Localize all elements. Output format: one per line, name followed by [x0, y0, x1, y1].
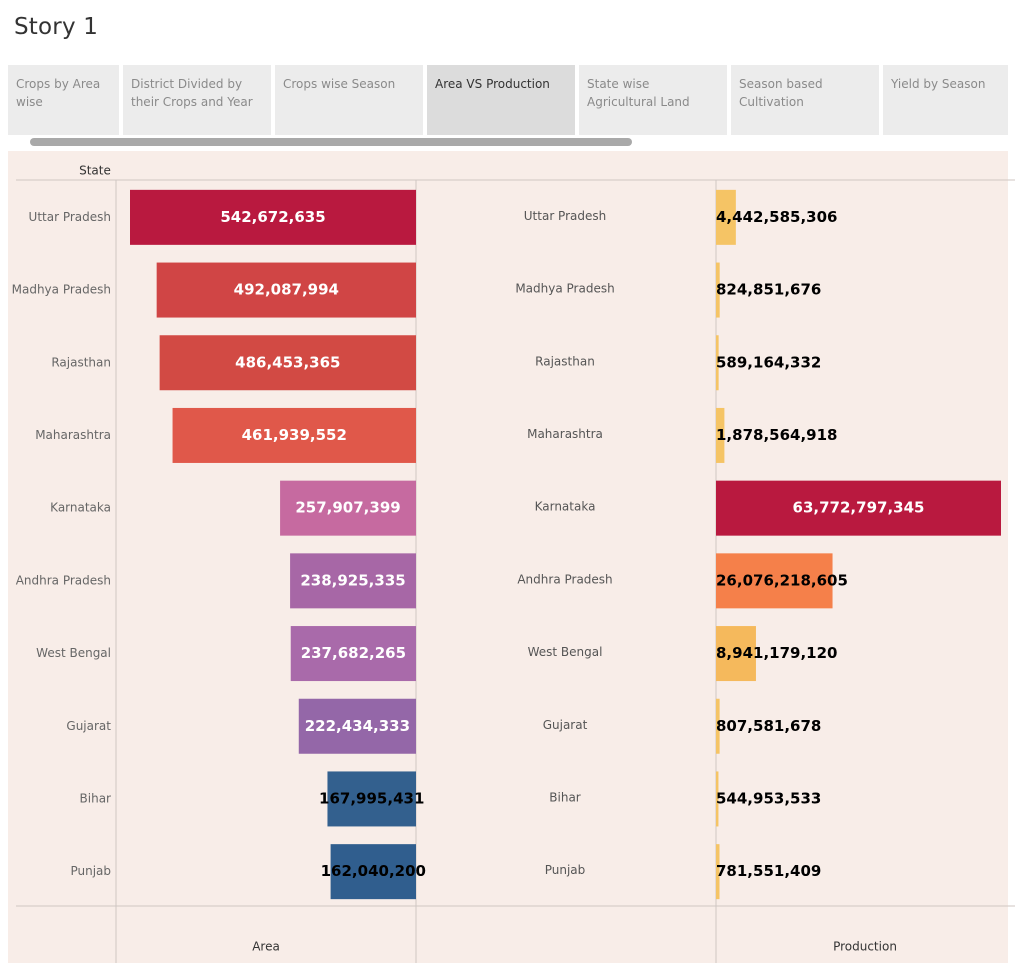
area-value-label: 257,907,399 — [295, 499, 400, 517]
row-label: Andhra Pradesh — [16, 573, 111, 587]
row-label: Gujarat — [66, 719, 111, 733]
row-label: Rajasthan — [51, 355, 111, 369]
production-value-label: 544,953,533 — [716, 789, 821, 807]
row-label: Maharashtra — [35, 428, 111, 442]
area-value-label: 492,087,994 — [234, 281, 339, 299]
state-label: Gujarat — [543, 718, 588, 732]
area-vs-production-chart: State Area Production Uttar Pradesh 542,672,… — [12, 164, 1015, 963]
area-value-label: 167,995,431 — [319, 789, 424, 807]
production-value-label: 8,941,179,120 — [716, 644, 837, 662]
row-label: Uttar Pradesh — [29, 210, 111, 224]
row-label: West Bengal — [36, 646, 111, 660]
axis-title-area: Area — [252, 940, 280, 954]
row-label: Bihar — [80, 791, 112, 805]
area-value-label: 238,925,335 — [300, 571, 405, 589]
row-label: Punjab — [70, 864, 111, 878]
axis-title-production: Production — [833, 940, 897, 954]
state-label: Karnataka — [535, 500, 596, 514]
area-value-label: 542,672,635 — [220, 208, 325, 226]
state-label: Bihar — [549, 790, 581, 804]
state-label: Rajasthan — [535, 354, 595, 368]
production-value-label: 1,878,564,918 — [716, 426, 837, 444]
production-value-label: 63,772,797,345 — [793, 499, 925, 517]
row-label: Madhya Pradesh — [12, 283, 111, 297]
state-label: Punjab — [545, 863, 586, 877]
state-label: Madhya Pradesh — [515, 282, 614, 296]
area-value-label: 162,040,200 — [321, 862, 426, 880]
area-value-label: 486,453,365 — [235, 353, 340, 371]
state-label: West Bengal — [528, 645, 603, 659]
production-value-label: 26,076,218,605 — [716, 571, 848, 589]
production-value-label: 781,551,409 — [716, 862, 821, 880]
row-header-state: State — [79, 164, 111, 178]
production-value-label: 824,851,676 — [716, 281, 821, 299]
production-value-label: 4,442,585,306 — [716, 208, 837, 226]
area-value-label: 222,434,333 — [305, 717, 410, 735]
state-label: Maharashtra — [527, 427, 603, 441]
production-value-label: 589,164,332 — [716, 353, 821, 371]
area-value-label: 237,682,265 — [301, 644, 406, 662]
state-label: Uttar Pradesh — [524, 209, 606, 223]
production-value-label: 807,581,678 — [716, 717, 821, 735]
state-label: Andhra Pradesh — [517, 572, 612, 586]
row-label: Karnataka — [50, 501, 111, 515]
area-value-label: 461,939,552 — [242, 426, 347, 444]
